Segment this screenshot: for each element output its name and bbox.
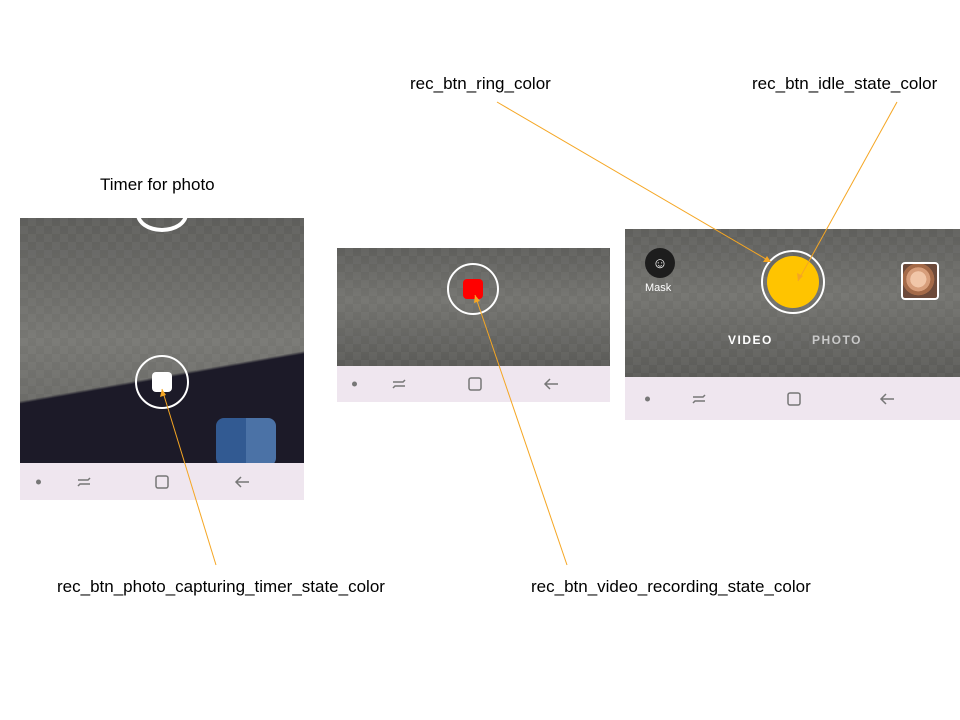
annotation-line-idle [797,101,898,282]
annotation-line-group [161,101,898,566]
arrowhead-recording [474,295,480,303]
annotation-line-recording [474,294,568,566]
annotation-lines [160,101,898,566]
arrowhead-ring [763,256,771,262]
annotation-line-timer [161,388,217,566]
arrowhead-timer [160,389,166,397]
annotation-line-ring [496,101,772,263]
annotation-arrowheads [160,256,803,397]
